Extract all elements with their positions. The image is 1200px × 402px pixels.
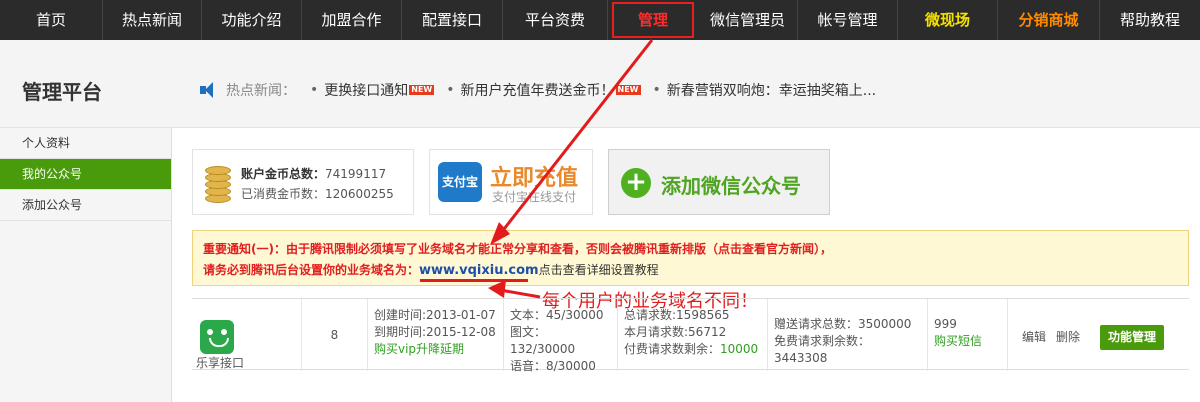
edit-button[interactable]: 编辑 [1022, 330, 1046, 344]
sms-cell: 999 购买短信 [928, 299, 1008, 371]
top-nav: 首页 热点新闻 功能介绍 加盟合作 配置接口 平台资费 管理 微信管理员 帐号管… [0, 0, 1200, 40]
nav-wechat-admin[interactable]: 微信管理员 [698, 0, 798, 40]
nav-pricing[interactable]: 平台资费 [503, 0, 608, 40]
coin-total-label: 账户金币总数： [241, 167, 326, 181]
created-date: 创建时间:2013-01-07 [374, 308, 496, 322]
sidebar-item-my-accounts[interactable]: 我的公众号 [0, 159, 171, 190]
expiry-date: 到期时间:2015-12-08 [374, 325, 496, 339]
news-item[interactable]: • 新用户充值年费送金币！ NEW [446, 80, 641, 100]
nav-distribution-mall[interactable]: 分销商城 [998, 0, 1100, 40]
account-name-cell: 乐享接口 [192, 299, 302, 371]
coin-total-value: 74199117 [325, 167, 387, 181]
setup-tutorial-link[interactable]: 点击查看详细设置教程 [539, 263, 659, 277]
sidebar-item-add-account[interactable]: 添加公众号 [0, 190, 171, 221]
page-title: 管理平台 [22, 80, 102, 104]
quota-cell: 文本：45/30000 图文：132/30000 语音：8/30000 [504, 299, 618, 373]
hot-news-bar: 热点新闻： • 更换接口通知 NEW • 新用户充值年费送金币！ NEW • 新春营… [200, 80, 888, 100]
new-badge: NEW [615, 85, 641, 95]
requests-cell: 总请求数:1598565 本月请求数:56712 付费请求数剩余：10000 [618, 299, 768, 371]
nav-account-manage[interactable]: 帐号管理 [798, 0, 898, 40]
sidebar-item-profile[interactable]: 个人资料 [0, 128, 171, 159]
add-wechat-account-button[interactable]: + 添加微信公众号 [608, 149, 830, 215]
new-badge: NEW [409, 85, 435, 95]
feature-manage-button[interactable]: 功能管理 [1100, 325, 1165, 350]
account-name: 乐享接口 [196, 356, 245, 370]
actions-cell: 编辑 删除 功能管理 [1008, 299, 1189, 371]
important-notice: 重要通知(一)：由于腾讯限制必须填写了业务域名才能正常分享和查看，否则会被腾讯重… [192, 230, 1189, 286]
nav-manage[interactable]: 管理 [612, 2, 694, 38]
header: 管理平台 热点新闻： • 更换接口通知 NEW • 新用户充值年费送金币！ NEW … [0, 40, 1200, 128]
plus-icon: + [621, 168, 651, 198]
notice-line-1[interactable]: 重要通知(一)：由于腾讯限制必须填写了业务域名才能正常分享和查看，否则会被腾讯重… [203, 239, 1188, 260]
speaker-icon [200, 82, 218, 98]
account-dates-cell: 创建时间:2013-01-07 到期时间:2015-12-08 购买vip升降延… [368, 299, 504, 371]
free-requests-cell: 赠送请求总数：3500000 免费请求剩余数：3443308 [768, 299, 928, 371]
nav-home[interactable]: 首页 [0, 0, 103, 40]
arrow-line-callout [499, 288, 541, 299]
robot-icon [200, 320, 234, 354]
coins-icon [205, 164, 231, 204]
sidebar: 个人资料 我的公众号 添加公众号 [0, 128, 172, 402]
coin-summary-card: 账户金币总数：74199117 已消费金币数：120600255 [192, 149, 414, 215]
business-domain: www.vqixiu.com [419, 263, 539, 278]
nav-help[interactable]: 帮助教程 [1100, 0, 1200, 40]
news-item[interactable]: • 新春营销双响炮：幸运抽奖箱上... [653, 80, 877, 100]
coin-lines: 账户金币总数：74199117 已消费金币数：120600255 [241, 164, 394, 204]
account-count: 8 [302, 299, 368, 371]
coin-spent-value: 120600255 [325, 187, 394, 201]
nav-partnership[interactable]: 加盟合作 [302, 0, 402, 40]
recharge-subtitle: 支付宝在线支付 [492, 190, 577, 204]
alipay-icon: 支付宝 [438, 162, 482, 202]
nav-config-api[interactable]: 配置接口 [402, 0, 503, 40]
bullet-icon: • [310, 82, 319, 98]
domain-underline [420, 279, 528, 282]
delete-button[interactable]: 删除 [1056, 330, 1080, 344]
bullet-icon: • [446, 82, 455, 98]
bullet-icon: • [652, 82, 661, 98]
add-account-label: 添加微信公众号 [661, 174, 801, 198]
sms-count: 999 [934, 317, 957, 331]
news-item[interactable]: • 更换接口通知 NEW [310, 80, 435, 100]
buy-sms-link[interactable]: 购买短信 [934, 333, 1001, 350]
nav-features[interactable]: 功能介绍 [202, 0, 302, 40]
account-table-row: 乐享接口 8 创建时间:2013-01-07 到期时间:2015-12-08 购… [192, 298, 1189, 373]
coin-spent-label: 已消费金币数： [241, 187, 326, 201]
notice-line-2: 请务必到腾讯后台设置你的业务域名为：www.vqixiu.com点击查看详细设置… [203, 263, 659, 278]
recharge-button[interactable]: 支付宝 立即充值 支付宝在线支付 [429, 149, 593, 215]
nav-hot-news[interactable]: 热点新闻 [103, 0, 202, 40]
nav-micro-live[interactable]: 微现场 [898, 0, 998, 40]
buy-vip-link[interactable]: 购买vip升降延期 [374, 341, 497, 358]
news-label: 热点新闻： [226, 83, 296, 99]
